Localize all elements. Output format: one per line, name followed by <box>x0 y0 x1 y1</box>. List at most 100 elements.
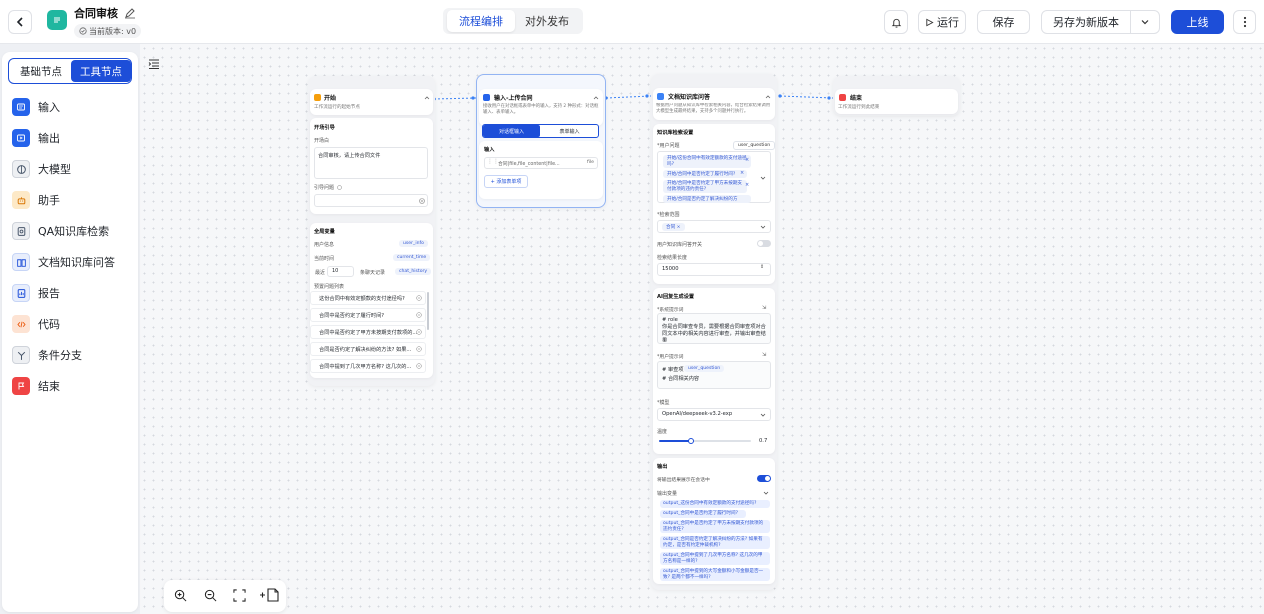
sidebar-item-llm[interactable]: 大模型 <box>12 158 71 180</box>
user-info-label: 用户信息 <box>314 242 335 248</box>
preset-question[interactable]: 合同中是否约定了甲方未按期支付款项的... <box>310 325 426 339</box>
tab-form-input[interactable]: 表单输入 <box>541 125 598 137</box>
add-note-button[interactable] <box>258 586 282 604</box>
input-section <box>479 141 603 199</box>
user-kb-label: 用户知识库问答开关 <box>657 242 703 248</box>
guide-section-title: 开场引导 <box>314 125 335 131</box>
sidebar-item-report[interactable]: 报告 <box>12 282 60 304</box>
output-toggle[interactable] <box>757 475 771 482</box>
sidebar-item-assistant[interactable]: 助手 <box>12 189 60 211</box>
sidebar-item-label: 条件分支 <box>38 349 82 362</box>
collapse-icon[interactable] <box>424 95 430 101</box>
shield-check-icon <box>79 27 87 35</box>
add-form-item-label: + 添加表单项 <box>490 179 522 185</box>
preset-question[interactable]: 合同中是否约定了履行时间? <box>310 308 426 322</box>
tag-close-icon[interactable]: × <box>745 157 749 163</box>
question-tag[interactable]: 开始/合同中是否约定了甲方未按期支付款项的违约责任? <box>663 180 747 194</box>
qa-icon <box>12 222 30 240</box>
code-icon <box>12 315 30 333</box>
sidebar-item-label: 助手 <box>38 194 60 207</box>
sidebar-item-label: 文档知识库问答 <box>38 256 115 269</box>
add-form-item-button[interactable]: + 添加表单项 <box>484 175 528 188</box>
zoom-out-icon <box>204 589 216 601</box>
stepper-icon[interactable]: ⇕ <box>760 264 764 270</box>
preset-question[interactable]: 合同是否约定了解决纠纷的方法? 如果... <box>310 342 426 356</box>
sidebar-item-label: 报告 <box>38 287 60 300</box>
model-label: *模型 <box>657 400 670 406</box>
question-tag[interactable]: 开始/合同是否约定了解决纠纷的方 <box>663 195 751 203</box>
sidebar-item-doc-qa[interactable]: 文档知识库问答 <box>12 251 115 273</box>
temp-slider-track[interactable] <box>659 438 751 444</box>
question-tag[interactable]: 开始/这份合同中有效定额款的支付途径吗? <box>663 155 751 169</box>
tab-basic-nodes[interactable]: 基础节点 <box>11 61 71 81</box>
tab-flow[interactable]: 流程编排 <box>447 10 515 32</box>
sidebar-item-input[interactable]: 输入 <box>12 96 60 118</box>
chevron-down-icon[interactable] <box>760 175 766 181</box>
end-title: 结束 <box>850 95 863 102</box>
notification-button[interactable] <box>884 10 908 34</box>
fit-view-button[interactable] <box>230 586 248 604</box>
kb-section-title: 知识库检索设置 <box>657 130 694 136</box>
more-button[interactable] <box>1233 10 1256 34</box>
publish-button[interactable]: 上线 <box>1171 10 1224 34</box>
output-variable-tag: output_合同中提到了几次甲方名称? 这几次的甲方名称是一样的? <box>660 552 770 566</box>
collapse-icon[interactable] <box>593 95 599 101</box>
expand-icon[interactable]: ⇲ <box>762 305 766 311</box>
tab-dialog-input[interactable]: 对话框输入 <box>483 125 540 137</box>
add-circle-icon[interactable] <box>419 198 425 204</box>
tab-publish[interactable]: 对外发布 <box>515 10 579 32</box>
sys-prompt-label: *系统提示词 <box>657 308 684 313</box>
output-variable-tag: output_这份合同中有效定额款的支付途径吗? <box>660 500 770 508</box>
tag-close-icon[interactable]: × <box>740 170 744 176</box>
user-info-var: user_info <box>399 240 428 247</box>
remove-circle-icon[interactable] <box>416 329 422 335</box>
guide-question-input[interactable] <box>314 194 428 207</box>
sidebar-item-end[interactable]: 结束 <box>12 375 60 397</box>
tag-close-icon[interactable]: × <box>745 182 749 188</box>
save-options-dropdown[interactable] <box>1130 10 1160 34</box>
edit-icon[interactable] <box>124 7 136 19</box>
input-icon <box>12 98 30 116</box>
output-variable-tag: output_合同中是否约定了甲方未按期支付款项的违约责任? <box>660 520 770 534</box>
tab-form-label: 表单输入 <box>559 128 580 135</box>
question-tag[interactable]: 开始/合同中是否约定了履行时间? <box>663 170 747 178</box>
chevron-down-icon[interactable] <box>763 490 769 496</box>
back-button[interactable] <box>8 10 32 34</box>
sidebar-item-code[interactable]: 代码 <box>12 313 60 335</box>
run-button[interactable]: 运行 <box>918 10 966 34</box>
chevron-left-icon <box>16 17 23 27</box>
sidebar-item-branch[interactable]: 条件分支 <box>12 344 82 366</box>
opening-text: 合同审核，请上传合同文件 <box>318 153 381 159</box>
user-kb-toggle[interactable] <box>757 240 771 247</box>
expand-icon[interactable]: ⇲ <box>762 352 766 358</box>
save-new-version-button[interactable]: 另存为新版本 <box>1041 10 1131 34</box>
output-variable-tag: output_合同是否约定了解决纠纷的方法? 如果有约定，是否有约定仲裁机构? <box>660 536 770 550</box>
scope-tag[interactable]: 合同 × <box>662 223 685 231</box>
remove-circle-icon[interactable] <box>416 295 422 301</box>
tab-publish-label: 对外发布 <box>525 15 569 28</box>
canvas-layout-button[interactable] <box>146 56 162 72</box>
output-variable-tag: output_合同中提到的大写金额和小写金额是否一致? 是两个都不一样吗? <box>660 568 770 582</box>
save-new-label: 另存为新版本 <box>1053 16 1119 29</box>
remove-circle-icon[interactable] <box>416 346 422 352</box>
preset-question[interactable]: 合同中提到了几次甲方名称? 这几次的... <box>310 359 426 373</box>
sidebar-item-qa-retrieval[interactable]: QA知识库检索 <box>12 220 109 242</box>
tab-tool-nodes[interactable]: 工具节点 <box>71 60 131 82</box>
toggle-knob <box>765 476 770 481</box>
sidebar-item-label: 输入 <box>38 101 60 114</box>
preset-question[interactable]: 这份合同中有效定额款的支付途径吗? <box>310 291 426 305</box>
zoom-out-button[interactable] <box>201 586 219 604</box>
save-button[interactable]: 保存 <box>977 10 1030 34</box>
chevron-down-icon[interactable] <box>760 412 766 418</box>
chevron-down-icon[interactable] <box>760 224 766 230</box>
collapse-icon[interactable] <box>765 94 771 100</box>
sidebar-item-label: 大模型 <box>38 163 71 176</box>
sidebar-item-output[interactable]: 输出 <box>12 127 60 149</box>
remove-circle-icon[interactable] <box>416 363 422 369</box>
book-icon <box>12 253 30 271</box>
start-desc: 工作流运行的起始节点 <box>314 105 360 110</box>
preset-scrollbar[interactable] <box>427 292 429 330</box>
zoom-in-button[interactable] <box>171 586 189 604</box>
question-tag-text: 开始/这份合同中有效定额款的支付途径吗? <box>667 156 747 167</box>
remove-circle-icon[interactable] <box>416 312 422 318</box>
